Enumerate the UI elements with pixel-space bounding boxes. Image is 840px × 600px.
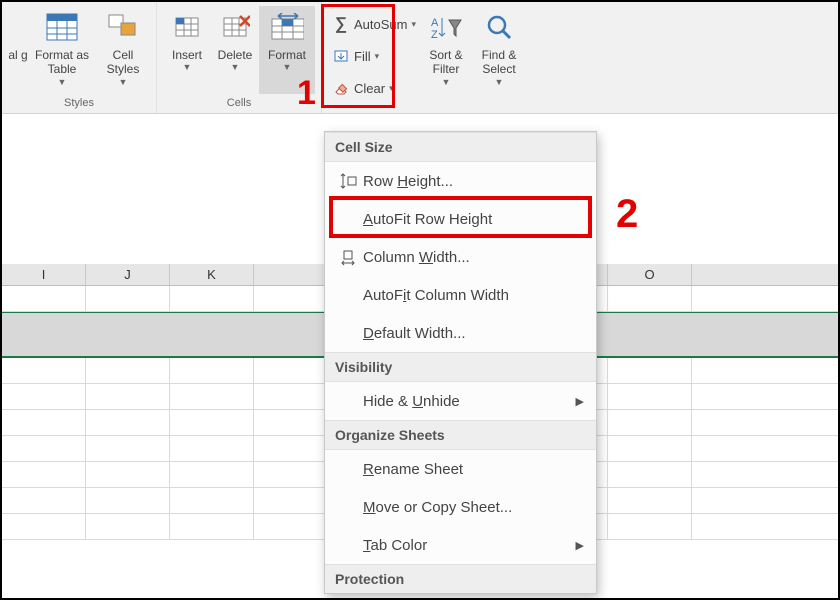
svg-text:A: A bbox=[431, 17, 439, 29]
cell-styles-button[interactable]: Cell Styles ▼ bbox=[96, 6, 150, 94]
editing-small-stack: ∑ AutoSum ▾ Fill ▾ Clear ▾ bbox=[328, 6, 420, 107]
format-label: Format bbox=[268, 48, 306, 62]
menu-move-copy-sheet[interactable]: Move or Copy Sheet... bbox=[325, 488, 596, 526]
chevron-down-icon: ▼ bbox=[183, 62, 192, 73]
sort-filter-button[interactable]: AZ Sort & Filter ▼ bbox=[420, 6, 472, 94]
menu-rename-sheet[interactable]: Rename Sheet bbox=[325, 450, 596, 488]
conditional-label: al g bbox=[8, 48, 27, 62]
chevron-down-icon: ▾ bbox=[375, 51, 380, 62]
find-select-label: Find & Select bbox=[472, 48, 526, 77]
fill-icon bbox=[332, 47, 350, 65]
sort-filter-icon: AZ bbox=[429, 10, 463, 44]
chevron-down-icon: ▼ bbox=[231, 62, 240, 73]
col-header[interactable]: I bbox=[2, 264, 86, 285]
group-styles: al g Format as Table ▼ Cell Styles ▼ Sty… bbox=[2, 2, 157, 113]
chevron-down-icon: ▾ bbox=[389, 83, 394, 94]
sort-filter-label: Sort & Filter bbox=[420, 48, 472, 77]
ribbon: al g Format as Table ▼ Cell Styles ▼ Sty… bbox=[2, 2, 838, 114]
menu-section-cell-size: Cell Size bbox=[325, 132, 596, 162]
delete-icon bbox=[218, 10, 252, 44]
chevron-down-icon: ▼ bbox=[119, 77, 128, 88]
col-header[interactable]: O bbox=[608, 264, 692, 285]
menu-label: Column Width... bbox=[363, 249, 584, 266]
find-select-button[interactable]: Find & Select ▼ bbox=[472, 6, 526, 94]
group-cells-title: Cells bbox=[227, 95, 251, 111]
format-table-label: Format as Table bbox=[28, 48, 96, 77]
fill-button[interactable]: Fill ▾ bbox=[332, 43, 416, 69]
menu-section-protection: Protection bbox=[325, 564, 596, 593]
menu-label: Hide & Unhide bbox=[363, 393, 576, 410]
row-height-icon bbox=[333, 171, 363, 191]
menu-row-height[interactable]: Row Height... bbox=[325, 162, 596, 200]
format-table-icon bbox=[45, 10, 79, 44]
menu-tab-color[interactable]: Tab Color ▶ bbox=[325, 526, 596, 564]
sigma-icon: ∑ bbox=[332, 15, 350, 33]
submenu-arrow-icon: ▶ bbox=[576, 395, 584, 408]
insert-button[interactable]: Insert ▼ bbox=[163, 6, 211, 94]
insert-icon bbox=[170, 10, 204, 44]
menu-section-visibility: Visibility bbox=[325, 352, 596, 382]
annotation-number-2: 2 bbox=[616, 192, 638, 237]
chevron-down-icon: ▼ bbox=[495, 77, 504, 88]
format-as-table-button[interactable]: Format as Table ▼ bbox=[28, 6, 96, 94]
conditional-formatting-button[interactable]: al g bbox=[8, 6, 28, 94]
chevron-down-icon: ▾ bbox=[411, 19, 416, 30]
find-icon bbox=[482, 10, 516, 44]
cell-styles-icon bbox=[106, 10, 140, 44]
delete-label: Delete bbox=[218, 48, 253, 62]
format-dropdown-menu: Cell Size Row Height... AutoFit Row Heig… bbox=[324, 131, 597, 594]
autosum-button[interactable]: ∑ AutoSum ▾ bbox=[332, 11, 416, 37]
clear-label: Clear bbox=[354, 81, 385, 96]
autosum-label: AutoSum bbox=[354, 17, 407, 32]
menu-label: Default Width... bbox=[363, 325, 584, 342]
menu-autofit-row-height[interactable]: AutoFit Row Height bbox=[325, 200, 596, 238]
menu-hide-unhide[interactable]: Hide & Unhide ▶ bbox=[325, 382, 596, 420]
group-styles-title: Styles bbox=[64, 95, 94, 111]
menu-column-width[interactable]: Column Width... bbox=[325, 238, 596, 276]
menu-label: AutoFit Row Height bbox=[363, 211, 584, 228]
menu-label: Row Height... bbox=[363, 173, 584, 190]
chevron-down-icon: ▼ bbox=[58, 77, 67, 88]
menu-autofit-column-width[interactable]: AutoFit Column Width bbox=[325, 276, 596, 314]
delete-button[interactable]: Delete ▼ bbox=[211, 6, 259, 94]
svg-text:Z: Z bbox=[431, 29, 438, 40]
group-editing: ∑ AutoSum ▾ Fill ▾ Clear ▾ bbox=[322, 2, 532, 113]
clear-button[interactable]: Clear ▾ bbox=[332, 76, 416, 102]
annotation-number-1: 1 bbox=[297, 74, 316, 113]
clear-icon bbox=[332, 80, 350, 98]
menu-default-width[interactable]: Default Width... bbox=[325, 314, 596, 352]
format-icon bbox=[270, 10, 304, 44]
chevron-down-icon: ▼ bbox=[442, 77, 451, 88]
conditional-icon bbox=[8, 10, 28, 44]
fill-label: Fill bbox=[354, 49, 371, 64]
menu-label: AutoFit Column Width bbox=[363, 287, 584, 304]
column-width-icon bbox=[333, 247, 363, 267]
insert-label: Insert bbox=[172, 48, 202, 62]
submenu-arrow-icon: ▶ bbox=[576, 539, 584, 552]
menu-label: Rename Sheet bbox=[363, 461, 584, 478]
menu-label: Move or Copy Sheet... bbox=[363, 499, 584, 516]
col-header[interactable]: J bbox=[86, 264, 170, 285]
menu-section-organize: Organize Sheets bbox=[325, 420, 596, 450]
col-header[interactable]: K bbox=[170, 264, 254, 285]
cell-styles-label: Cell Styles bbox=[96, 48, 150, 77]
menu-label: Tab Color bbox=[363, 537, 576, 554]
chevron-down-icon: ▼ bbox=[283, 62, 292, 73]
